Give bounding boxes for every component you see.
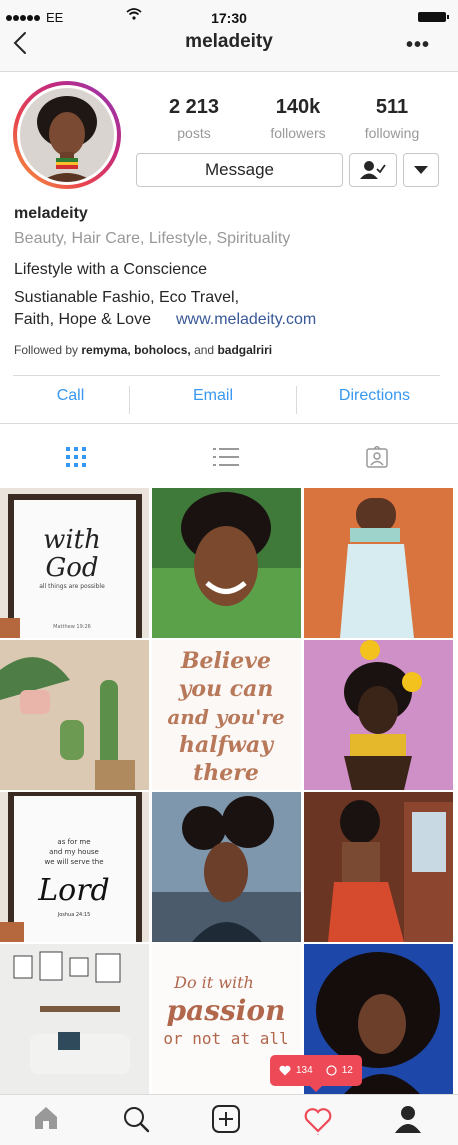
bottom-tab-bar [0,1094,458,1145]
call-button[interactable]: Call [13,387,128,405]
post-quote-text: with [43,525,101,555]
battery-icon [418,12,449,22]
followers-label: followers [270,125,326,141]
avatar-photo [20,88,114,182]
framed-quote-image: as for me and my house we will serve the… [0,792,149,942]
bio-line: Sustianable Fashio, Eco Travel, [14,289,240,306]
following-count: 511 [375,96,409,118]
directions-button[interactable]: Directions [297,387,452,405]
grid-view-icon[interactable] [65,446,87,468]
followed-by-last: badgalriri [217,343,273,357]
stat-following[interactable]: 511 following [347,96,437,141]
post-thumbnail[interactable] [304,640,453,790]
post-quote-text: and my house [49,848,99,856]
heart-icon [279,1065,291,1076]
status-bar: EE 17:30 [0,0,458,26]
more-options-icon[interactable]: ••• [406,35,430,55]
list-view-icon[interactable] [213,446,239,468]
sunflower-portrait-image [304,640,453,790]
divider [13,375,440,376]
living-room-image [0,944,149,1094]
email-button[interactable]: Email [130,387,296,405]
posts-label: posts [177,125,211,141]
profile-category: Beauty, Hair Care, Lifestyle, Spirituali… [14,230,291,247]
bio-line: Faith, Hope & Love [14,311,151,328]
post-thumbnail[interactable] [304,488,453,638]
avatar[interactable] [13,81,121,189]
post-quote-text: all things are possible [39,583,105,590]
home-icon[interactable] [33,1105,59,1131]
new-post-icon[interactable] [212,1105,240,1133]
post-quote-text: Do it with [173,973,254,992]
post-quote-text: we will serve the [44,858,103,866]
post-thumbnail[interactable]: as for me and my house we will serve the… [0,792,149,942]
post-thumbnail[interactable] [304,792,453,942]
post-thumbnail[interactable]: Believe you can and you're halfway there [152,640,301,790]
framed-quote-image: with God all things are possible Matthew… [0,488,149,638]
chevron-down-icon [414,166,428,174]
user-check-icon [360,161,386,179]
followed-by-prefix: Followed by [14,343,82,357]
post-quote-text: Matthew 19:26 [53,624,91,630]
post-quote-text: passion [167,994,286,1027]
comments-count: 12 [341,1065,353,1076]
divider [0,423,458,424]
post-quote-text: as for me [57,838,90,846]
likes-count: 134 [296,1065,313,1076]
message-button[interactable]: Message [136,153,343,187]
post-quote-text: and you're [167,705,284,729]
followed-by-names: remyma, boholocs, [81,343,191,357]
post-thumbnail[interactable]: with God all things are possible Matthew… [0,488,149,638]
profile-icon[interactable] [394,1105,422,1133]
quote-image: Believe you can and you're halfway there [152,640,301,790]
afro-puffs-portrait-image [152,792,301,942]
fashion-brick-wall-image [304,488,453,638]
followers-count: 140k [275,96,321,118]
post-quote-text: Lord [37,873,110,908]
followed-by[interactable]: Followed by remyma, boholocs, and badgal… [14,343,272,357]
post-quote-text: God [45,553,98,583]
clock: 17:30 [211,10,247,26]
post-quote-text: there [193,760,259,786]
following-label: following [364,125,420,141]
red-skirt-interior-image [304,792,453,942]
activity-heart-icon[interactable] [303,1105,333,1135]
suggestions-dropdown-button[interactable] [403,153,439,187]
profile-name: meladeity [14,205,88,222]
post-quote-text: you can [178,676,274,702]
stat-posts: 2 213 posts [149,96,239,141]
post-thumbnail[interactable] [152,792,301,942]
portrait-braids-image [152,488,301,638]
post-thumbnail[interactable] [152,488,301,638]
stat-followers[interactable]: 140k followers [253,96,343,141]
post-quote-text: Joshua 24:15 [57,912,91,918]
post-quote-text: halfway [179,732,275,758]
search-icon[interactable] [122,1105,150,1133]
page-title: meladeity [185,31,273,52]
post-quote-text: Believe [180,648,271,674]
following-status-button[interactable] [349,153,397,187]
followed-by-and: and [190,343,218,357]
tagged-photos-icon[interactable] [366,446,388,468]
post-quote-text: or not at all [163,1029,288,1048]
comment-icon [326,1065,337,1076]
post-thumbnail[interactable] [0,944,149,1094]
activity-notification[interactable]: 134 12 [270,1055,362,1092]
cactus-interior-image [0,640,149,790]
website-link[interactable]: www.meladeity.com [176,311,316,329]
bio-line: Lifestyle with a Conscience [14,261,207,278]
profile-header: meladeity ••• [0,26,458,72]
posts-count: 2 213 [168,96,220,118]
post-thumbnail[interactable] [0,640,149,790]
